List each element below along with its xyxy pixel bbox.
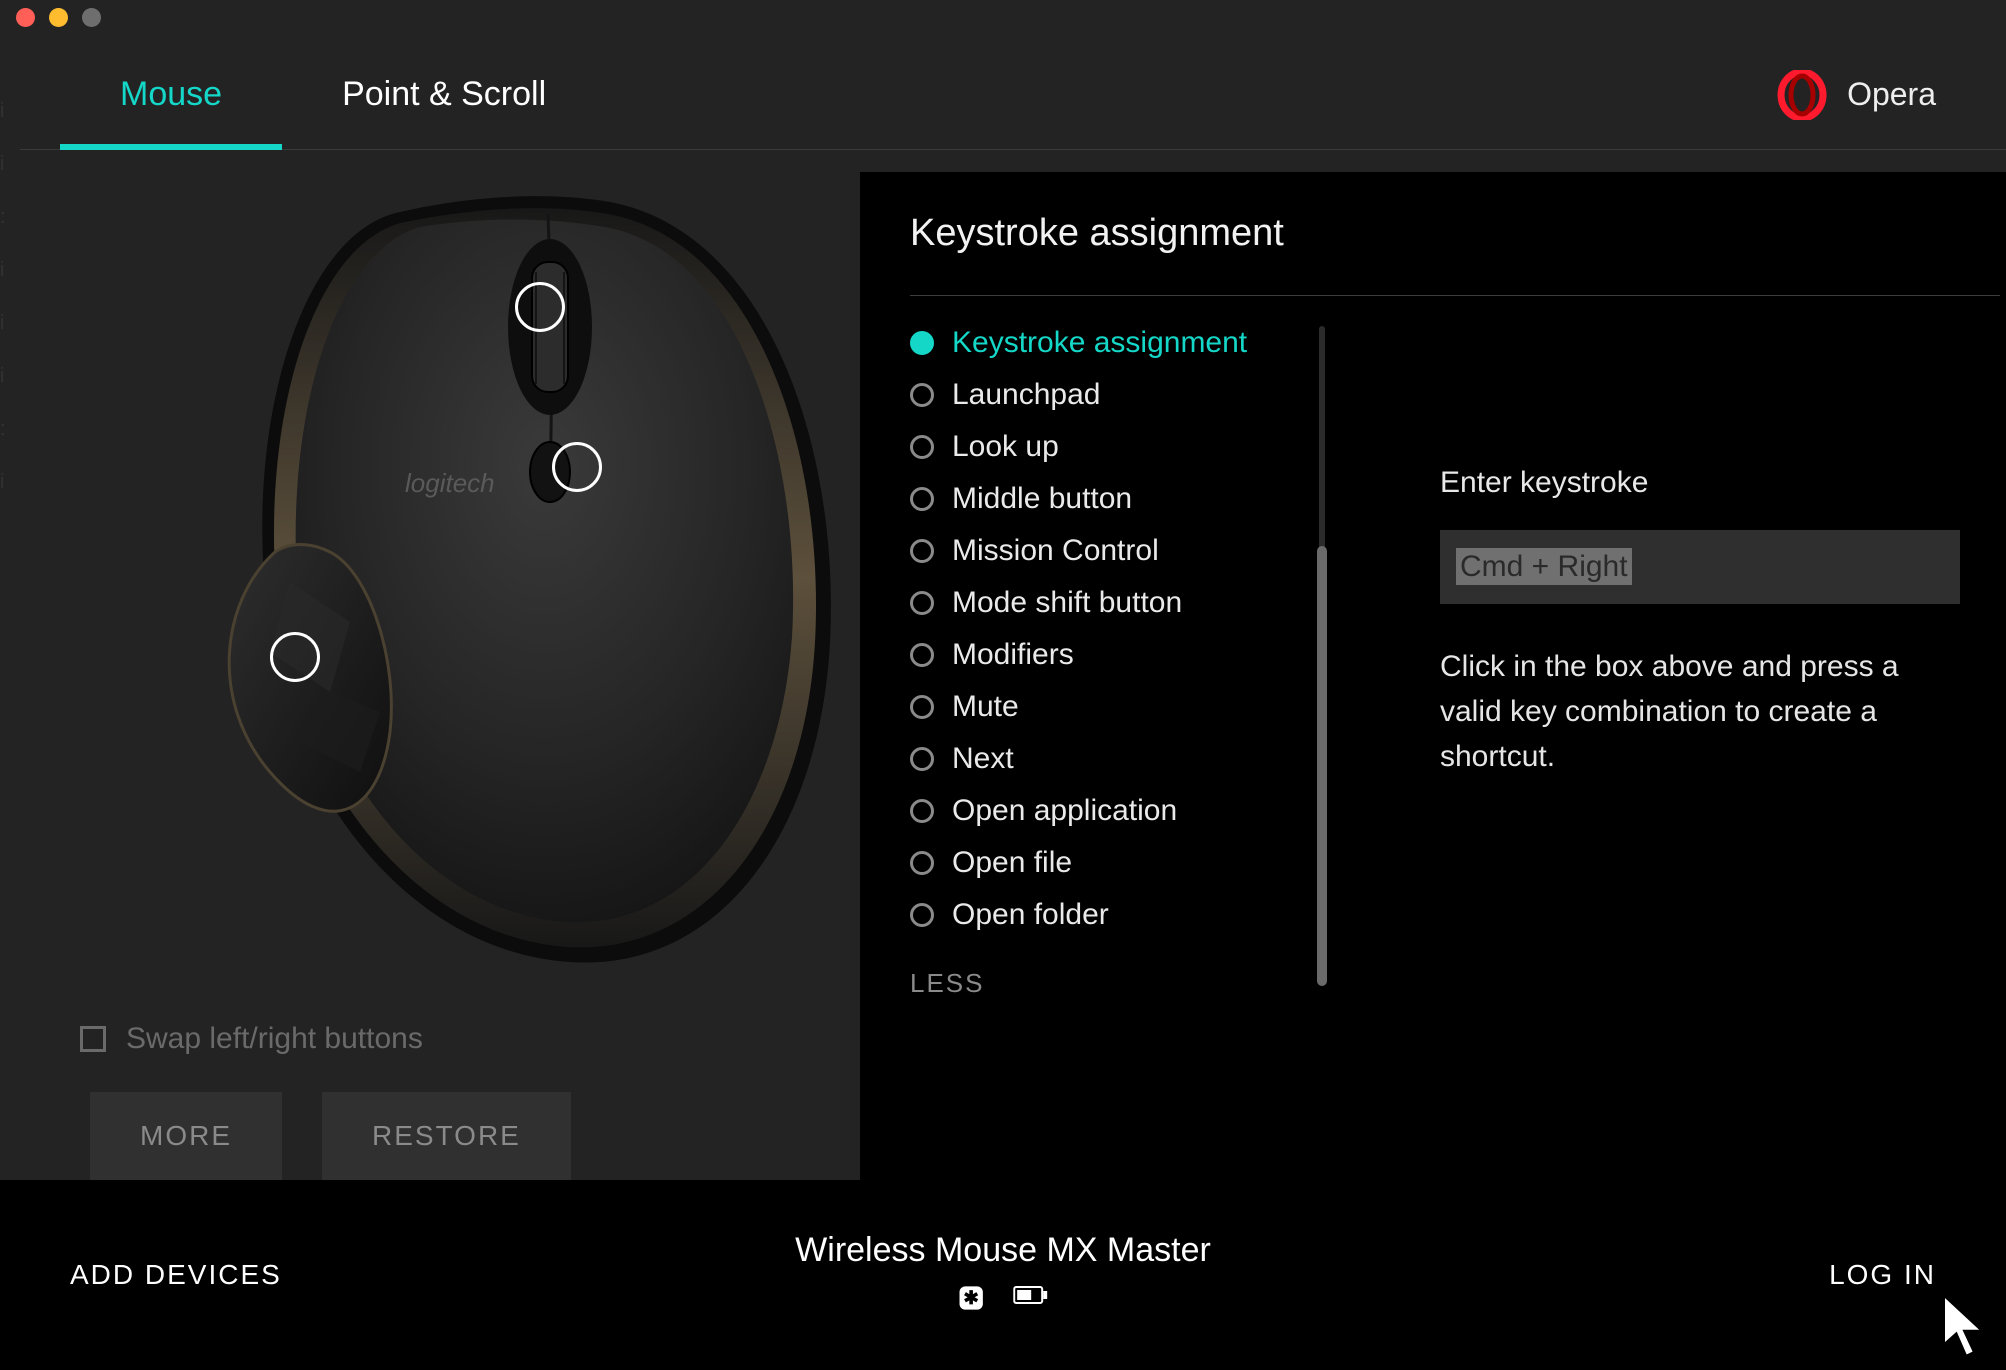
opera-icon bbox=[1777, 70, 1827, 120]
hotspot-mode-shift[interactable] bbox=[552, 442, 602, 492]
swap-label: Swap left/right buttons bbox=[126, 1022, 423, 1056]
option-label: Mission Control bbox=[952, 534, 1159, 568]
panel-body: Keystroke assignment Launchpad Look up M… bbox=[910, 326, 2000, 1140]
option-label: Launchpad bbox=[952, 378, 1100, 412]
button-row: MORE RESTORE bbox=[90, 1092, 571, 1180]
radio-icon bbox=[910, 643, 934, 667]
option-launchpad[interactable]: Launchpad bbox=[910, 378, 1300, 412]
add-devices-label: ADD DEVICES bbox=[70, 1259, 282, 1290]
app-context[interactable]: Opera bbox=[1777, 70, 1976, 120]
mouse-brand-text: logitech bbox=[405, 468, 495, 498]
option-label: Modifiers bbox=[952, 638, 1074, 672]
minimize-window-icon[interactable] bbox=[49, 8, 68, 27]
device-name: Wireless Mouse MX Master bbox=[795, 1231, 1211, 1270]
option-open-application[interactable]: Open application bbox=[910, 794, 1300, 828]
option-label: Keystroke assignment bbox=[952, 326, 1247, 360]
window-controls bbox=[16, 8, 101, 27]
top-nav: Mouse Point & Scroll Opera bbox=[20, 40, 2006, 150]
device-status-icons: ✱ bbox=[795, 1284, 1211, 1319]
bottom-bar: ADD DEVICES Wireless Mouse MX Master ✱ bbox=[0, 1180, 2006, 1370]
option-label: Mute bbox=[952, 690, 1019, 724]
radio-icon bbox=[910, 331, 934, 355]
radio-icon bbox=[910, 487, 934, 511]
device-name-block: Wireless Mouse MX Master ✱ bbox=[795, 1231, 1211, 1319]
option-look-up[interactable]: Look up bbox=[910, 430, 1300, 464]
app-window: ii:iii:i Mouse Point & Scroll Opera bbox=[0, 0, 2006, 1370]
swap-buttons-row[interactable]: Swap left/right buttons bbox=[80, 1022, 423, 1056]
radio-icon bbox=[910, 799, 934, 823]
swap-checkbox[interactable] bbox=[80, 1026, 106, 1052]
hotspot-thumb-button[interactable] bbox=[270, 632, 320, 682]
option-label: Look up bbox=[952, 430, 1059, 464]
restore-button-label: RESTORE bbox=[372, 1120, 521, 1151]
option-mission-control[interactable]: Mission Control bbox=[910, 534, 1300, 568]
detail-pane: Enter keystroke Cmd + Right Click in the… bbox=[1360, 326, 2000, 1140]
tab-bar: Mouse Point & Scroll bbox=[60, 40, 606, 149]
radio-icon bbox=[910, 539, 934, 563]
keystroke-help-text: Click in the box above and press a valid… bbox=[1440, 644, 1960, 779]
more-button-label: MORE bbox=[140, 1120, 232, 1151]
main-body: logitech Swap left/right buttons MORE RE… bbox=[20, 152, 2006, 1180]
option-open-folder[interactable]: Open folder bbox=[910, 898, 1300, 932]
tab-point-scroll-label: Point & Scroll bbox=[342, 75, 546, 114]
battery-icon bbox=[1013, 1284, 1049, 1319]
add-devices-button[interactable]: ADD DEVICES bbox=[70, 1259, 282, 1291]
mouse-column: logitech Swap left/right buttons MORE RE… bbox=[20, 152, 840, 1180]
tab-point-scroll[interactable]: Point & Scroll bbox=[282, 40, 606, 149]
keystroke-label: Enter keystroke bbox=[1440, 466, 1960, 500]
keystroke-input[interactable]: Cmd + Right bbox=[1440, 530, 1960, 604]
radio-icon bbox=[910, 435, 934, 459]
tab-mouse-label: Mouse bbox=[120, 75, 222, 114]
zoom-window-icon[interactable] bbox=[82, 8, 101, 27]
radio-icon bbox=[910, 591, 934, 615]
more-button[interactable]: MORE bbox=[90, 1092, 282, 1180]
restore-button[interactable]: RESTORE bbox=[322, 1092, 571, 1180]
option-label: Middle button bbox=[952, 482, 1132, 516]
option-label: Next bbox=[952, 742, 1014, 776]
option-next[interactable]: Next bbox=[910, 742, 1300, 776]
option-mode-shift-button[interactable]: Mode shift button bbox=[910, 586, 1300, 620]
option-mute[interactable]: Mute bbox=[910, 690, 1300, 724]
option-label: Open folder bbox=[952, 898, 1109, 932]
assignment-panel: Keystroke assignment Keystroke assignmen… bbox=[860, 172, 2006, 1180]
mouse-illustration: logitech bbox=[180, 172, 860, 992]
option-keystroke-assignment[interactable]: Keystroke assignment bbox=[910, 326, 1300, 360]
less-toggle[interactable]: LESS bbox=[910, 968, 1300, 999]
tab-mouse[interactable]: Mouse bbox=[60, 40, 282, 149]
unifying-receiver-icon: ✱ bbox=[957, 1284, 985, 1319]
scrollbar-thumb[interactable] bbox=[1317, 546, 1327, 986]
option-open-file[interactable]: Open file bbox=[910, 846, 1300, 880]
hotspot-scroll-wheel[interactable] bbox=[515, 282, 565, 332]
option-label: Open application bbox=[952, 794, 1177, 828]
panel-title: Keystroke assignment bbox=[910, 212, 2000, 296]
cursor-icon bbox=[1936, 1292, 1996, 1362]
less-label: LESS bbox=[910, 968, 985, 998]
radio-icon bbox=[910, 851, 934, 875]
option-label: Open file bbox=[952, 846, 1072, 880]
radio-icon bbox=[910, 747, 934, 771]
option-modifiers[interactable]: Modifiers bbox=[910, 638, 1300, 672]
app-context-label: Opera bbox=[1847, 76, 1936, 113]
background-window-edge: ii:iii:i bbox=[0, 60, 20, 1370]
option-label: Mode shift button bbox=[952, 586, 1182, 620]
radio-icon bbox=[910, 695, 934, 719]
close-window-icon[interactable] bbox=[16, 8, 35, 27]
login-button[interactable]: LOG IN bbox=[1829, 1259, 1936, 1291]
radio-icon bbox=[910, 383, 934, 407]
option-middle-button[interactable]: Middle button bbox=[910, 482, 1300, 516]
option-list: Keystroke assignment Launchpad Look up M… bbox=[910, 326, 1320, 1140]
svg-text:✱: ✱ bbox=[963, 1287, 979, 1308]
keystroke-value: Cmd + Right bbox=[1456, 548, 1632, 585]
radio-icon bbox=[910, 903, 934, 927]
login-label: LOG IN bbox=[1829, 1259, 1936, 1290]
